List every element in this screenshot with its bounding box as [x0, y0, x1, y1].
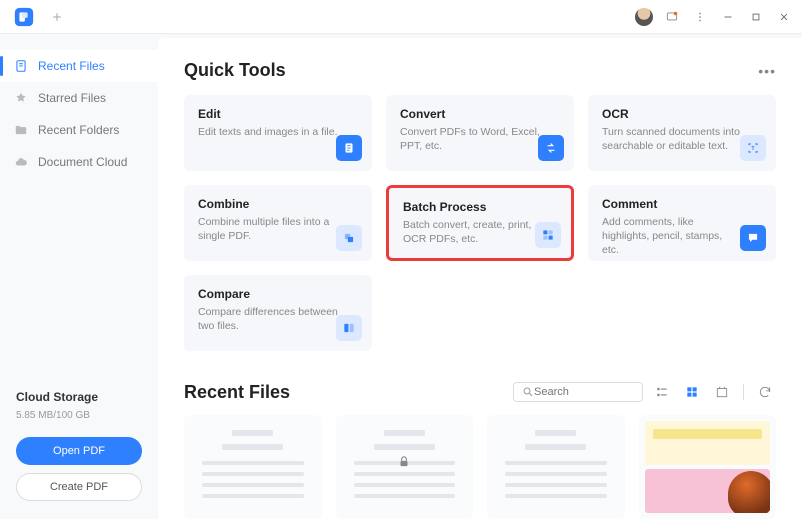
- sidebar-item-label: Document Cloud: [38, 155, 127, 169]
- recent-files-header: Recent Files: [184, 381, 776, 403]
- search-icon: [522, 386, 534, 398]
- main-area: Recent Files Starred Files Recent Folder…: [0, 34, 802, 519]
- search-input[interactable]: [534, 386, 624, 398]
- tool-compare[interactable]: Compare Compare differences between two …: [184, 275, 372, 351]
- cloud-storage-title: Cloud Storage: [16, 390, 142, 404]
- convert-icon: [538, 135, 564, 161]
- folder-icon: [14, 123, 28, 137]
- quick-tools-grid: Edit Edit texts and images in a file. Co…: [184, 95, 776, 351]
- sidebar-item-label: Starred Files: [38, 91, 106, 105]
- file-thumbnail-locked[interactable]: [336, 415, 474, 519]
- sidebar-item-recent-files[interactable]: Recent Files: [0, 50, 158, 82]
- search-box[interactable]: [513, 382, 643, 402]
- star-icon: [14, 91, 28, 105]
- comment-icon: [740, 225, 766, 251]
- tool-combine[interactable]: Combine Combine multiple files into a si…: [184, 185, 372, 261]
- quick-tools-title: Quick Tools: [184, 60, 758, 81]
- tool-desc: Convert PDFs to Word, Excel, PPT, etc.: [400, 125, 540, 153]
- titlebar: [0, 0, 802, 34]
- new-tab-button[interactable]: [44, 4, 70, 30]
- tool-title: Edit: [198, 107, 358, 121]
- cloud-icon: [14, 155, 28, 169]
- sidebar-nav: Recent Files Starred Files Recent Folder…: [0, 50, 158, 178]
- quick-tools-more-icon[interactable]: •••: [758, 63, 776, 79]
- tool-desc: Combine multiple files into a single PDF…: [198, 215, 338, 243]
- account-avatar[interactable]: [630, 3, 658, 31]
- app-logo: [10, 3, 38, 31]
- window-maximize-button[interactable]: [742, 3, 770, 31]
- tool-title: Comment: [602, 197, 762, 211]
- sidebar-item-recent-folders[interactable]: Recent Folders: [0, 114, 158, 146]
- lock-icon: [397, 454, 411, 471]
- batch-icon: [535, 222, 561, 248]
- file-thumbnail[interactable]: [184, 415, 322, 519]
- tool-title: Convert: [400, 107, 560, 121]
- compare-icon: [336, 315, 362, 341]
- file-thumbnail-preview[interactable]: [639, 415, 777, 519]
- tool-title: OCR: [602, 107, 762, 121]
- tool-comment[interactable]: Comment Add comments, like highlights, p…: [588, 185, 776, 261]
- sidebar-item-starred-files[interactable]: Starred Files: [0, 82, 158, 114]
- tool-batch-process[interactable]: Batch Process Batch convert, create, pri…: [386, 185, 574, 261]
- sidebar-item-label: Recent Folders: [38, 123, 119, 137]
- view-list-icon[interactable]: [651, 381, 673, 403]
- sidebar-footer: Cloud Storage 5.85 MB/100 GB Open PDF Cr…: [0, 374, 158, 519]
- edit-icon: [336, 135, 362, 161]
- ocr-icon: T: [740, 135, 766, 161]
- create-pdf-button[interactable]: Create PDF: [16, 473, 142, 501]
- tool-convert[interactable]: Convert Convert PDFs to Word, Excel, PPT…: [386, 95, 574, 171]
- sidebar-item-label: Recent Files: [38, 59, 105, 73]
- view-grid-icon[interactable]: [681, 381, 703, 403]
- recent-icon: [14, 59, 28, 73]
- sidebar-item-document-cloud[interactable]: Document Cloud: [0, 146, 158, 178]
- cloud-storage-usage: 5.85 MB/100 GB: [16, 410, 142, 421]
- notification-icon[interactable]: [658, 3, 686, 31]
- app-window: Recent Files Starred Files Recent Folder…: [0, 0, 802, 519]
- tool-desc: Turn scanned documents into searchable o…: [602, 125, 742, 153]
- quick-tools-header: Quick Tools •••: [184, 60, 776, 81]
- kebab-menu-icon[interactable]: [686, 3, 714, 31]
- tool-ocr[interactable]: OCR Turn scanned documents into searchab…: [588, 95, 776, 171]
- window-minimize-button[interactable]: [714, 3, 742, 31]
- recent-files-title: Recent Files: [184, 382, 505, 403]
- agreements-icon[interactable]: [711, 381, 733, 403]
- tool-desc: Edit texts and images in a file.: [198, 125, 338, 139]
- svg-text:T: T: [751, 146, 755, 152]
- window-close-button[interactable]: [770, 3, 798, 31]
- content-panel: Quick Tools ••• Edit Edit texts and imag…: [158, 38, 802, 519]
- tool-desc: Compare differences between two files.: [198, 305, 338, 333]
- refresh-icon[interactable]: [754, 381, 776, 403]
- tool-title: Combine: [198, 197, 358, 211]
- tool-desc: Add comments, like highlights, pencil, s…: [602, 215, 742, 258]
- file-thumbnail[interactable]: [487, 415, 625, 519]
- recent-files-grid: [184, 415, 776, 519]
- sidebar: Recent Files Starred Files Recent Folder…: [0, 34, 158, 519]
- tool-desc: Batch convert, create, print, OCR PDFs, …: [403, 218, 543, 246]
- combine-icon: [336, 225, 362, 251]
- tool-title: Batch Process: [403, 200, 557, 214]
- tool-edit[interactable]: Edit Edit texts and images in a file.: [184, 95, 372, 171]
- tool-title: Compare: [198, 287, 358, 301]
- open-pdf-button[interactable]: Open PDF: [16, 437, 142, 465]
